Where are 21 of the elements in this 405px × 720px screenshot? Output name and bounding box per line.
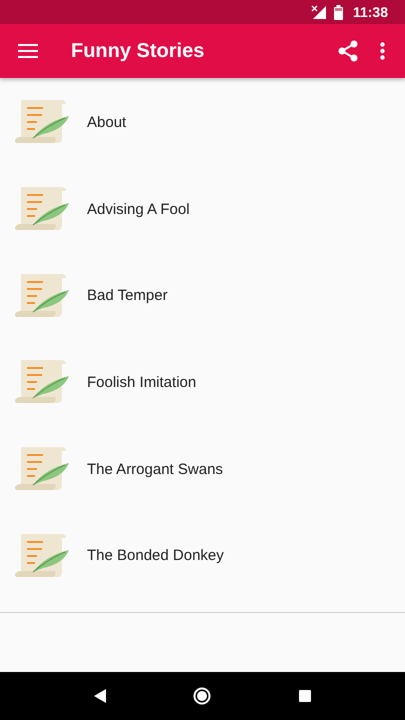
battery-icon <box>334 4 343 20</box>
story-item[interactable]: The Arrogant Swans <box>0 426 405 512</box>
story-title: Bad Temper <box>87 287 168 304</box>
story-item[interactable]: The Bonded Donkey <box>0 512 405 600</box>
story-title: Foolish Imitation <box>87 374 196 391</box>
story-title: Advising A Fool <box>87 200 190 218</box>
story-item[interactable]: Bad Temper <box>0 252 405 340</box>
no-signal-icon <box>310 5 327 19</box>
story-title: The Bonded Donkey <box>87 547 224 564</box>
back-icon[interactable] <box>94 689 106 703</box>
app-title: Funny Stories <box>71 40 204 62</box>
scroll-quill-icon <box>15 532 71 580</box>
story-title: The Arrogant Swans <box>87 460 223 478</box>
home-icon[interactable] <box>193 687 212 705</box>
scroll-quill-icon <box>15 272 71 320</box>
story-item[interactable]: About <box>0 79 405 166</box>
story-title: About <box>87 114 126 131</box>
clock-time: 11:38 <box>352 4 388 20</box>
story-item[interactable]: Advising A Fool <box>0 166 405 252</box>
story-item[interactable]: Foolish Imitation <box>0 339 405 426</box>
recents-icon[interactable] <box>299 690 312 702</box>
